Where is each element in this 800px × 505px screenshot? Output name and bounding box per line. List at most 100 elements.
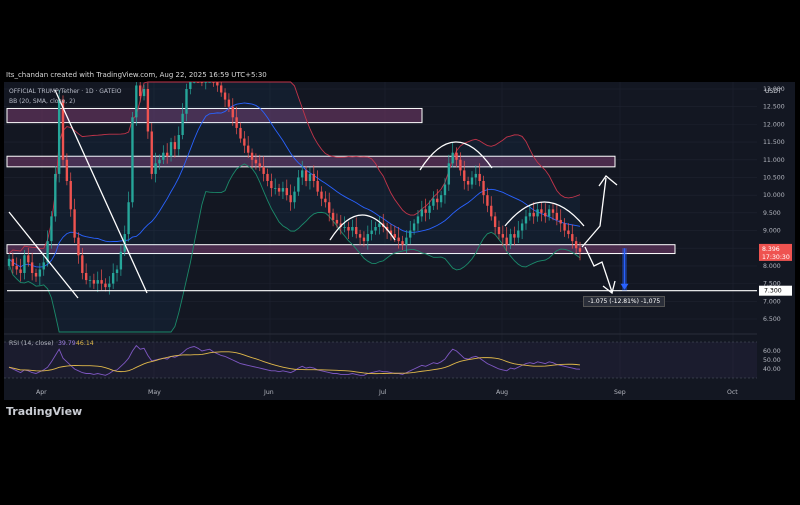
candle-body <box>142 89 146 97</box>
candle-body <box>304 170 308 181</box>
candle-body <box>505 237 508 245</box>
candle-body <box>351 227 354 231</box>
quote-currency-label: USDT <box>765 88 782 95</box>
candle-body <box>88 280 92 281</box>
candle-body <box>331 212 335 220</box>
candle-body <box>212 82 215 83</box>
candle-body <box>69 181 72 210</box>
candle-body <box>513 234 516 238</box>
rsi-ma-value-label: 46.14 <box>76 340 94 347</box>
candle-body <box>312 173 315 181</box>
rsi-tick-label: 50.00 <box>763 357 781 364</box>
price-tick-label: 9.000 <box>763 228 781 235</box>
candle-body <box>165 152 169 157</box>
candle-body <box>154 163 157 174</box>
candle-body <box>7 258 11 266</box>
candle-body <box>482 181 485 196</box>
candle-body <box>559 219 562 224</box>
candle-body <box>470 177 474 185</box>
candle-body <box>343 227 346 228</box>
candle-body <box>185 89 188 114</box>
candle-body <box>92 280 96 284</box>
candle-body <box>347 227 350 231</box>
candle-body <box>274 188 277 189</box>
candle-body <box>138 85 142 97</box>
price-tick-label: 8.000 <box>763 263 781 270</box>
candle-body <box>528 212 532 217</box>
candle-body <box>81 255 84 273</box>
candle-body <box>27 255 30 263</box>
candle-body <box>501 234 505 238</box>
candle-body <box>115 269 119 273</box>
candle-body <box>77 237 80 256</box>
candle-body <box>73 209 76 238</box>
candle-body <box>574 241 578 249</box>
candle-body <box>193 82 196 83</box>
candle-body <box>173 142 177 150</box>
price-tick-label: 10.000 <box>763 192 785 199</box>
candle-body <box>567 230 570 235</box>
candle-body <box>104 283 107 288</box>
candle-body <box>536 209 539 217</box>
candle-body <box>297 177 300 192</box>
candle-body <box>532 212 535 217</box>
candle-body <box>366 234 369 242</box>
candle-body <box>451 152 454 164</box>
candle-body <box>571 234 574 242</box>
candle-body <box>169 142 173 157</box>
candle-body <box>177 135 180 150</box>
date-tick-label: Apr <box>36 389 47 396</box>
rsi-tick-label: 60.00 <box>763 348 781 355</box>
candle-body <box>301 170 304 178</box>
candle-body <box>19 269 22 273</box>
candle-body <box>30 262 34 273</box>
bollinger-legend[interactable]: BB (20, SMA, close, 2) <box>9 98 75 105</box>
countdown-label: 17:30:30 <box>762 254 790 261</box>
price-tick-label: 7.000 <box>763 298 781 305</box>
candle-body <box>293 191 296 203</box>
rsi-value-label: 39.79 <box>58 340 76 347</box>
candle-body <box>493 216 497 227</box>
candle-body <box>443 184 447 196</box>
candle-body <box>524 216 528 224</box>
candle-body <box>436 198 439 203</box>
candle-body <box>416 216 420 224</box>
candle-body <box>135 85 138 118</box>
date-tick-label: Oct <box>727 389 738 396</box>
candle-body <box>281 188 285 192</box>
symbol-legend[interactable]: OFFICIAL TRUMP/Tether · 1D · GATEIO <box>9 88 122 95</box>
candle-body <box>247 145 250 153</box>
measurement-label: -1.075 (-12.81%) -1,075 <box>583 296 666 307</box>
candle-body <box>289 195 292 203</box>
candle-body <box>42 262 45 270</box>
candle-body <box>547 209 551 217</box>
candle-body <box>266 173 269 181</box>
date-tick-label: Jul <box>378 389 387 396</box>
price-tick-label: 12.000 <box>763 121 785 128</box>
candle-body <box>578 248 582 252</box>
candle-body <box>439 195 443 203</box>
candle-body <box>231 106 234 118</box>
candle-body <box>50 216 53 242</box>
candle-body <box>412 223 416 231</box>
rsi-tick-label: 40.00 <box>763 366 781 373</box>
candle-body <box>320 191 323 199</box>
candle-body <box>497 227 501 235</box>
candle-body <box>463 170 466 181</box>
candle-body <box>220 85 223 93</box>
candle-body <box>262 166 265 174</box>
candle-body <box>250 152 254 160</box>
date-tick-label: May <box>148 389 161 396</box>
candle-body <box>459 159 462 171</box>
candle-body <box>520 223 524 231</box>
candle-body <box>432 198 435 206</box>
candle-body <box>254 159 258 164</box>
candle-body <box>424 209 427 213</box>
date-tick-label: Sep <box>614 389 626 396</box>
candle-body <box>108 283 111 288</box>
candle-body <box>15 265 18 270</box>
candle-body <box>401 241 404 245</box>
candle-body <box>540 209 543 213</box>
date-tick-label: Jun <box>263 389 274 396</box>
rsi-band <box>4 342 757 378</box>
